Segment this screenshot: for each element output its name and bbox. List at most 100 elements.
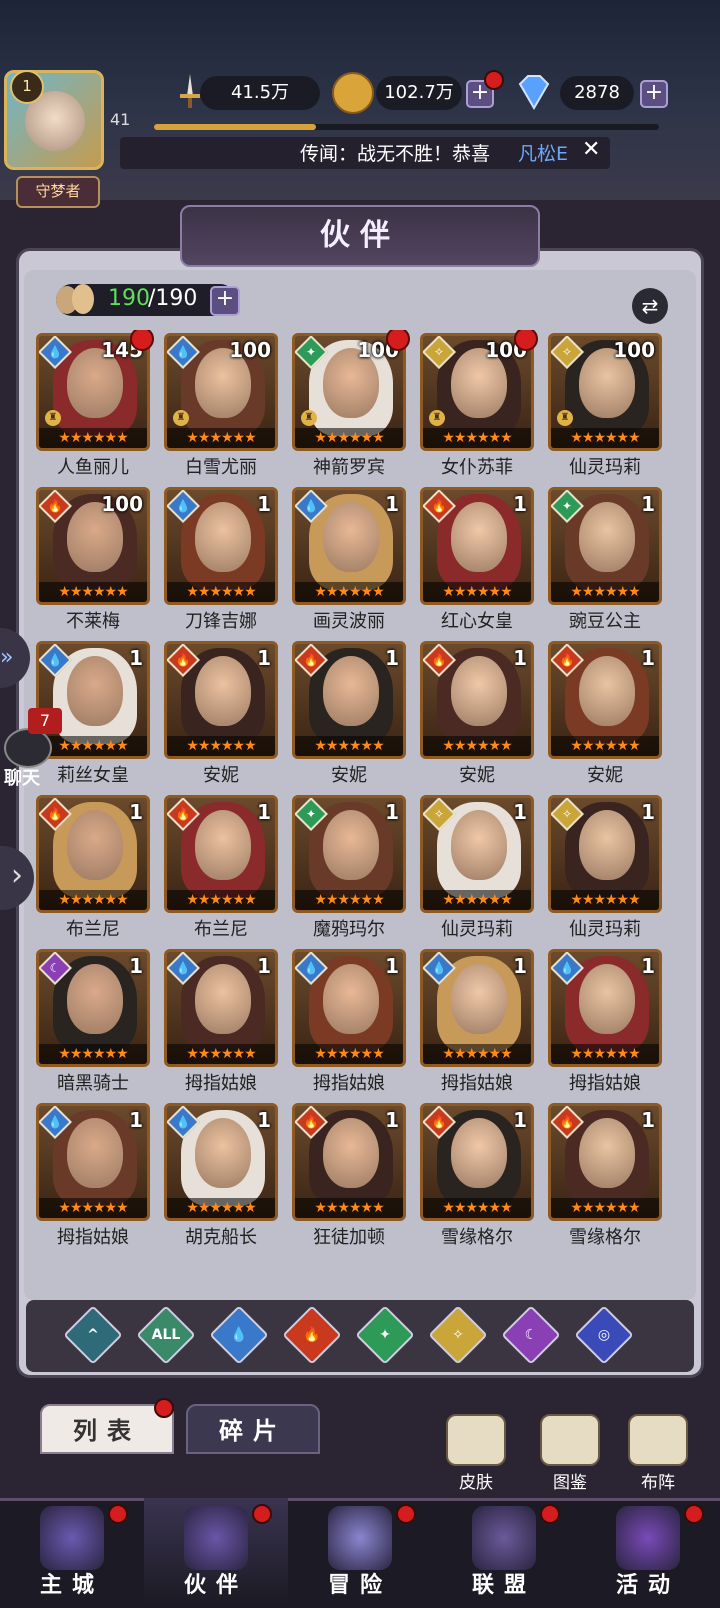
add-diamond-button[interactable]: + [640, 80, 668, 108]
star-rating: ★★★★★★ [295, 890, 403, 910]
star-rating: ★★★★★★ [551, 1198, 659, 1218]
cards-icon [616, 1506, 680, 1570]
formation-button[interactable]: 布阵 [628, 1414, 688, 1493]
chat-button[interactable]: 7 聊天 [0, 708, 62, 789]
partner-name: 拇指姑娘 [441, 1073, 513, 1094]
partner-name: 安妮 [459, 765, 495, 786]
page-title: 伙伴 [180, 205, 540, 267]
partner-card[interactable]: ✧ 1 ★★★★★★ [420, 795, 534, 913]
chess-piece-icon: ♜ [557, 410, 573, 426]
partner-count-current: 190 [108, 286, 150, 311]
partner-level: 1 [385, 492, 399, 516]
nav-item-3[interactable]: 联盟 [432, 1498, 576, 1605]
partner-level: 1 [385, 800, 399, 824]
expand-capacity-button[interactable]: + [210, 286, 240, 316]
partner-card[interactable]: ✧ 100 ★★★★★★ ♜ [548, 333, 662, 451]
partner-card[interactable]: 🔥 100 ★★★★★★ [36, 487, 150, 605]
partner-level: 1 [257, 492, 271, 516]
partner-card[interactable]: 💧 1 ★★★★★★ [164, 487, 278, 605]
partner-card[interactable]: 🔥 1 ★★★★★★ [420, 1103, 534, 1221]
partner-name: 安妮 [331, 765, 367, 786]
partner-card[interactable]: 🔥 1 ★★★★★★ [164, 795, 278, 913]
chess-piece-icon: ♜ [301, 410, 317, 426]
partner-level: 1 [641, 492, 655, 516]
partner-card[interactable]: 💧 1 ★★★★★★ [420, 949, 534, 1067]
nav-item-2[interactable]: 冒险 [288, 1498, 432, 1605]
star-rating: ★★★★★★ [423, 582, 531, 602]
star-rating: ★★★★★★ [551, 890, 659, 910]
diamond-value: 2878 [560, 76, 634, 110]
news-text: 传闻：战无不胜！恭喜 [300, 143, 491, 165]
star-rating: ★★★★★★ [423, 736, 531, 756]
partner-card[interactable]: 💧 100 ★★★★★★ ♜ [164, 333, 278, 451]
star-rating: ★★★★★★ [423, 1198, 531, 1218]
partner-card[interactable]: 💧 1 ★★★★★★ [164, 949, 278, 1067]
partner-card[interactable]: ✧ 100 ★★★★★★ ♜ [420, 333, 534, 451]
star-rating: ★★★★★★ [423, 1044, 531, 1064]
partner-card[interactable]: ✧ 1 ★★★★★★ [548, 795, 662, 913]
nav-label: 伙伴 [183, 1573, 248, 1598]
partner-card[interactable]: ☾ 1 ★★★★★★ [36, 949, 150, 1067]
formation-icon [628, 1414, 688, 1466]
star-rating: ★★★★★★ [551, 582, 659, 602]
partner-card[interactable]: ✦ 1 ★★★★★★ [292, 795, 406, 913]
sort-toggle-icon[interactable]: ⇄ [632, 288, 668, 324]
partner-card[interactable]: 💧 1 ★★★★★★ [292, 487, 406, 605]
gold-coin-icon [332, 72, 374, 114]
partner-name: 仙灵玛莉 [569, 457, 641, 478]
nav-item-0[interactable]: 主城 [0, 1498, 144, 1605]
nav-notification-dot [396, 1504, 416, 1524]
partner-card[interactable]: ✦ 100 ★★★★★★ ♜ [292, 333, 406, 451]
partner-card[interactable]: 🔥 1 ★★★★★★ [36, 795, 150, 913]
partner-name: 女仆苏菲 [441, 457, 513, 478]
partner-card[interactable]: 🔥 1 ★★★★★★ [292, 641, 406, 759]
partner-card[interactable]: 🔥 1 ★★★★★★ [420, 641, 534, 759]
portal-icon [328, 1506, 392, 1570]
partner-card[interactable]: 🔥 1 ★★★★★★ [548, 1103, 662, 1221]
partner-card[interactable]: 🔥 1 ★★★★★★ [292, 1103, 406, 1221]
news-highlight: 凡松E [518, 143, 569, 165]
nav-notification-dot [108, 1504, 128, 1524]
partner-card[interactable]: 🔥 1 ★★★★★★ [420, 487, 534, 605]
codex-icon [540, 1414, 600, 1466]
partner-card[interactable]: 💧 1 ★★★★★★ [548, 949, 662, 1067]
star-rating: ★★★★★★ [551, 1044, 659, 1064]
exp-level: 41 [110, 110, 131, 129]
skin-button[interactable]: 皮肤 [446, 1414, 506, 1493]
skin-icon [446, 1414, 506, 1466]
partner-level: 1 [385, 1108, 399, 1132]
partner-card[interactable]: 💧 1 ★★★★★★ [36, 1103, 150, 1221]
star-rating: ★★★★★★ [295, 1198, 403, 1218]
close-news-icon[interactable]: ✕ [582, 137, 600, 162]
star-rating: ★★★★★★ [551, 736, 659, 756]
partner-name: 仙灵玛莉 [441, 919, 513, 940]
chat-badge: 7 [28, 708, 62, 734]
codex-button[interactable]: 图鉴 [540, 1414, 600, 1493]
star-rating: ★★★★★★ [39, 890, 147, 910]
partner-level: 1 [641, 646, 655, 670]
card-notification-dot [130, 330, 154, 351]
star-rating: ★★★★★★ [167, 428, 275, 448]
star-rating: ★★★★★★ [295, 428, 403, 448]
partner-name: 雪缘格尔 [441, 1227, 513, 1248]
partner-level: 100 [229, 338, 271, 362]
partner-card[interactable]: 💧 1 ★★★★★★ [292, 949, 406, 1067]
partner-card[interactable]: 💧 1 ★★★★★★ [164, 1103, 278, 1221]
nav-notification-dot [540, 1504, 560, 1524]
partner-name: 暗黑骑士 [57, 1073, 129, 1094]
nav-label: 冒险 [327, 1573, 392, 1598]
partner-level: 1 [257, 954, 271, 978]
partner-name: 人鱼丽儿 [57, 457, 129, 478]
nav-label: 主城 [39, 1573, 104, 1598]
partner-card[interactable]: 🔥 1 ★★★★★★ [164, 641, 278, 759]
partner-level: 1 [641, 954, 655, 978]
partner-card[interactable]: 🔥 1 ★★★★★★ [548, 641, 662, 759]
partner-level: 1 [129, 954, 143, 978]
partner-card[interactable]: ✦ 1 ★★★★★★ [548, 487, 662, 605]
tab-fragments[interactable]: 碎片 [186, 1404, 320, 1454]
partner-level: 100 [101, 492, 143, 516]
nav-item-1[interactable]: 伙伴 [144, 1498, 288, 1605]
partner-card[interactable]: 💧 145 ★★★★★★ ♜ [36, 333, 150, 451]
partner-name: 红心女皇 [441, 611, 513, 632]
nav-item-4[interactable]: 活动 [576, 1498, 720, 1605]
